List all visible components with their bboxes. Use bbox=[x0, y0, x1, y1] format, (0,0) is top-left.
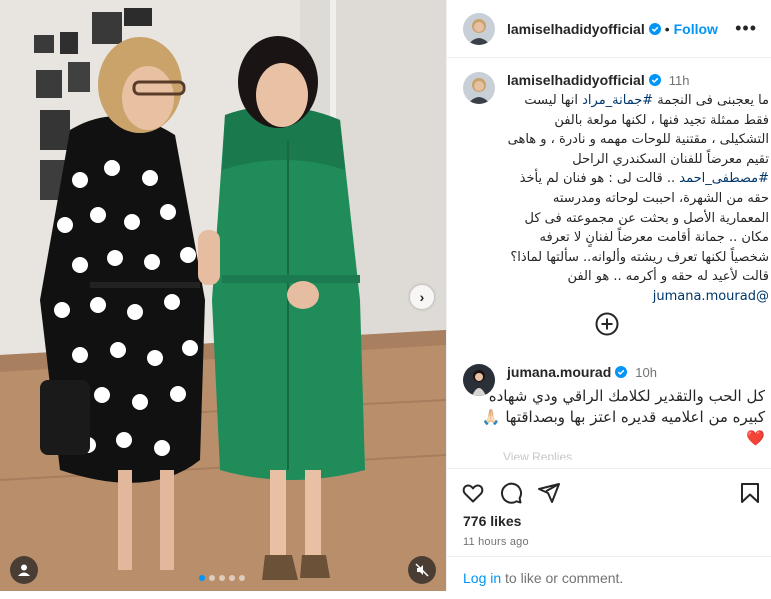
mute-icon bbox=[415, 563, 429, 577]
verified-icon bbox=[615, 366, 628, 378]
login-prompt-text: to like or comment. bbox=[501, 570, 624, 586]
user-tag-icon bbox=[18, 564, 30, 576]
comments-area[interactable]: lamiselhadidyofficial 11h ما يعجبنى فى ا… bbox=[447, 58, 771, 460]
login-prompt: Log in to like or comment. bbox=[447, 556, 771, 599]
commenter-username[interactable]: jumana.mourad bbox=[507, 364, 611, 380]
share-icon bbox=[538, 483, 560, 503]
mute-button[interactable] bbox=[408, 556, 436, 584]
author-username[interactable]: lamiselhadidyofficial bbox=[507, 21, 645, 37]
heart-icon bbox=[462, 484, 484, 503]
verified-icon bbox=[648, 74, 661, 86]
instagram-post-view: › lamiselhadidyofficial • Follow ••• lam… bbox=[0, 0, 771, 591]
caption-text-part: .. قالت لى : هو فنان لم يأخذ حقه من الشه… bbox=[510, 171, 769, 285]
comment-text: كل الحب والتقدير لكلامك الراقي ودي شهاده… bbox=[481, 387, 765, 447]
caption-author-avatar[interactable] bbox=[463, 72, 495, 104]
carousel-dot bbox=[229, 575, 235, 581]
follow-button[interactable]: Follow bbox=[674, 21, 718, 37]
post-sidebar: lamiselhadidyofficial • Follow ••• lamis… bbox=[446, 0, 771, 591]
load-more-comments-button[interactable] bbox=[595, 312, 619, 341]
author-avatar[interactable] bbox=[463, 12, 495, 45]
chevron-right-icon: › bbox=[419, 289, 425, 305]
add-circle-icon bbox=[595, 312, 619, 336]
hashtag-link[interactable]: #مصطفى_احمد bbox=[679, 171, 769, 186]
verified-icon bbox=[648, 22, 661, 35]
comment-button[interactable] bbox=[499, 481, 523, 505]
user-tag-button[interactable] bbox=[10, 556, 38, 584]
post-media[interactable]: › bbox=[0, 0, 446, 591]
comment-item: jumana.mourad 10h كل الحب والتقدير لكلام… bbox=[447, 364, 771, 449]
carousel-dot bbox=[239, 575, 245, 581]
save-button[interactable] bbox=[738, 481, 762, 505]
bookmark-icon bbox=[741, 483, 759, 503]
more-options-icon[interactable]: ••• bbox=[735, 18, 757, 39]
post-caption: lamiselhadidyofficial 11h ما يعجبنى فى ا… bbox=[447, 58, 771, 307]
likes-count[interactable]: 776 likes bbox=[447, 513, 771, 529]
caption-text-part: ما يعجبنى فى النجمة bbox=[653, 93, 769, 108]
carousel-next-button[interactable]: › bbox=[410, 285, 434, 309]
login-link[interactable]: Log in bbox=[463, 570, 501, 586]
carousel-dot bbox=[209, 575, 215, 581]
share-button[interactable] bbox=[537, 481, 561, 505]
post-photo bbox=[0, 0, 446, 591]
carousel-dot bbox=[199, 575, 205, 581]
like-button[interactable] bbox=[461, 481, 485, 505]
carousel-indicator bbox=[199, 575, 245, 581]
carousel-dot bbox=[219, 575, 225, 581]
caption-text: ما يعجبنى فى النجمة #جمانة_مراد انها ليس… bbox=[507, 91, 769, 307]
comment-icon bbox=[501, 482, 523, 504]
post-header: lamiselhadidyofficial • Follow ••• bbox=[447, 0, 771, 58]
caption-timestamp[interactable]: 11h bbox=[669, 73, 690, 88]
comment-timestamp[interactable]: 10h bbox=[635, 365, 657, 380]
action-bar: 776 likes 11 hours ago bbox=[447, 468, 771, 548]
view-replies-link[interactable]: View Replies bbox=[503, 450, 572, 460]
post-timestamp[interactable]: 11 hours ago bbox=[447, 536, 771, 548]
hashtag-link[interactable]: #جمانة_مراد bbox=[582, 93, 653, 108]
header-separator: • bbox=[664, 20, 670, 37]
mention-link[interactable]: @jumana.mourad bbox=[653, 289, 769, 304]
caption-author-username[interactable]: lamiselhadidyofficial bbox=[507, 72, 645, 88]
